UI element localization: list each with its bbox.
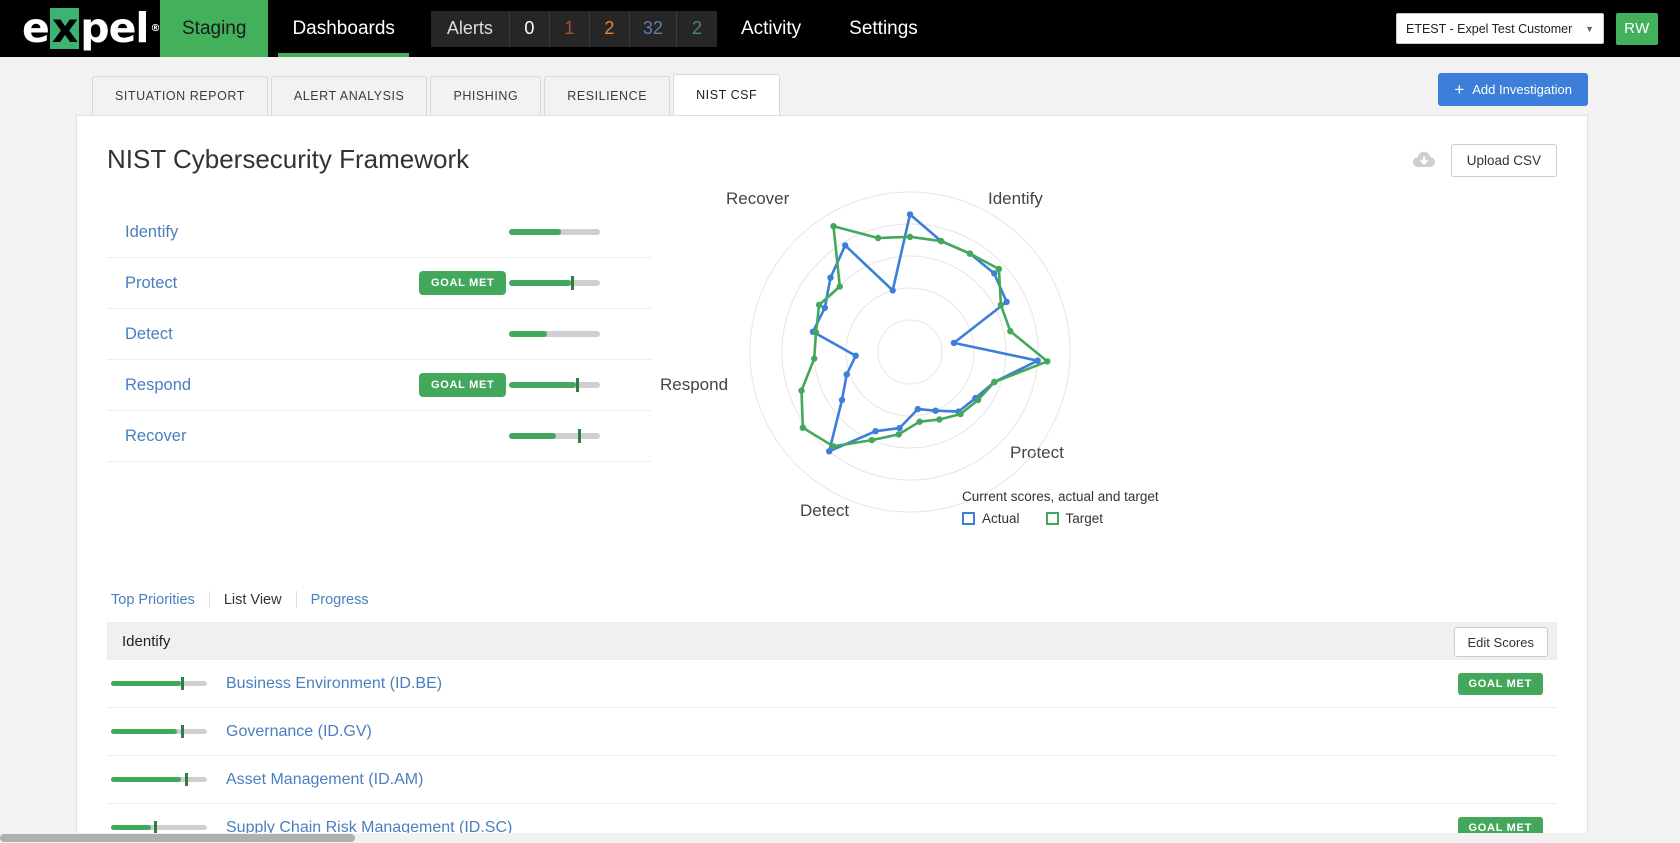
score-bar-fill <box>509 229 561 235</box>
alerts-count-1[interactable]: 1 <box>549 10 590 47</box>
view-mini-tabs: Top Priorities List View Progress <box>107 547 1557 608</box>
category-score-fill <box>111 681 182 686</box>
category-score-fill <box>111 777 182 782</box>
score-bar-fill <box>509 280 571 286</box>
environment-badge-staging[interactable]: Staging <box>160 0 269 57</box>
function-name-respond[interactable]: Respond <box>107 376 191 395</box>
nist-csf-card: NIST Cybersecurity Framework Upload CSV … <box>76 115 1588 842</box>
alerts-count-2[interactable]: 2 <box>589 10 630 47</box>
function-name-identify[interactable]: Identify <box>107 223 178 242</box>
category-score-bar <box>111 773 207 786</box>
score-bar-fill <box>509 331 548 337</box>
mini-tab-progress[interactable]: Progress <box>297 592 383 608</box>
category-target-tick <box>181 677 185 690</box>
score-bar-recover <box>509 429 600 443</box>
alerts-count-2b[interactable]: 2 <box>676 10 717 47</box>
radar-legend: Current scores, actual and target Actual… <box>962 489 1159 526</box>
category-row-id-be[interactable]: Business Environment (ID.BE) GOAL MET <box>107 660 1557 708</box>
legend-item-target[interactable]: Target <box>1045 511 1104 526</box>
mini-tab-list-view[interactable]: List View <box>210 592 296 608</box>
radar-panel: Recover Identify Protect Detect Respond … <box>652 177 1557 547</box>
legend-label-actual: Actual <box>982 511 1020 526</box>
score-bar-fill <box>509 433 557 439</box>
function-name-recover[interactable]: Recover <box>107 427 186 446</box>
tab-situation-report[interactable]: SITUATION REPORT <box>92 76 268 115</box>
card-header-actions: Upload CSV <box>1411 138 1557 177</box>
score-bar-fill <box>509 382 577 388</box>
add-investigation-label: Add Investigation <box>1472 82 1572 97</box>
legend-label-target: Target <box>1065 511 1104 526</box>
card-body: Identify Protect GOAL MET Detect Respond… <box>77 177 1587 547</box>
tab-alert-analysis[interactable]: ALERT ANALYSIS <box>270 76 428 115</box>
category-target-tick <box>181 725 185 738</box>
category-score-bar <box>111 821 207 834</box>
expel-logo: e x pel ® <box>22 4 160 52</box>
goal-met-badge-respond: GOAL MET <box>419 373 507 397</box>
upload-csv-button[interactable]: Upload CSV <box>1450 144 1557 177</box>
nav-item-dashboards[interactable]: Dashboards <box>268 0 418 57</box>
top-navigation-bar: e x pel ® Staging Dashboards Alerts 0 1 2 3… <box>0 0 1680 57</box>
score-bar-respond <box>509 378 600 392</box>
legend-swatch-actual <box>962 512 975 525</box>
radar-chart: Recover Identify Protect Detect Respond … <box>652 177 1557 547</box>
category-score-fill <box>111 825 152 830</box>
user-avatar[interactable]: RW <box>1616 12 1658 45</box>
legend-item-actual[interactable]: Actual <box>962 511 1020 526</box>
function-row-recover[interactable]: Recover <box>107 411 652 462</box>
alerts-counter-group: Alerts 0 1 2 32 2 <box>430 0 717 57</box>
add-investigation-button[interactable]: + Add Investigation <box>1438 73 1588 106</box>
tab-nist-csf[interactable]: NIST CSF <box>673 74 781 115</box>
nav-item-activity[interactable]: Activity <box>717 0 825 57</box>
edit-scores-button[interactable]: Edit Scores <box>1453 627 1548 657</box>
score-bar-protect <box>509 276 600 290</box>
category-score-fill <box>111 729 178 734</box>
function-row-respond[interactable]: Respond GOAL MET <box>107 360 652 411</box>
horizontal-scrollbar[interactable] <box>0 833 1680 843</box>
target-tick <box>576 378 580 392</box>
customer-select[interactable]: ETEST - Expel Test Customer ▼ <box>1396 13 1604 44</box>
goal-met-badge-protect: GOAL MET <box>419 271 507 295</box>
score-bar-identify <box>509 229 600 235</box>
legend-caption: Current scores, actual and target <box>962 489 1159 504</box>
category-target-tick <box>184 773 188 786</box>
goal-met-badge-id-be: GOAL MET <box>1457 672 1543 695</box>
list-section: Top Priorities List View Progress Identi… <box>77 547 1587 841</box>
plus-icon: + <box>1454 80 1465 99</box>
function-name-protect[interactable]: Protect <box>107 274 177 293</box>
category-row-id-am[interactable]: Asset Management (ID.AM) <box>107 756 1557 804</box>
legend-items: Actual Target <box>962 511 1159 526</box>
alerts-label[interactable]: Alerts <box>430 10 510 47</box>
category-score-bar <box>111 677 207 690</box>
cloud-download-icon[interactable] <box>1411 151 1437 171</box>
function-summary-list: Identify Protect GOAL MET Detect Respond… <box>107 177 652 547</box>
function-row-protect[interactable]: Protect GOAL MET <box>107 258 652 309</box>
chevron-down-icon: ▼ <box>1585 23 1594 34</box>
brand-logo[interactable]: e x pel ® <box>0 0 160 57</box>
tab-resilience[interactable]: RESILIENCE <box>544 76 671 115</box>
section-title: Identify <box>122 632 171 650</box>
category-row-id-gv[interactable]: Governance (ID.GV) <box>107 708 1557 756</box>
dashboard-tab-row: SITUATION REPORT ALERT ANALYSIS PHISHING… <box>0 57 1680 115</box>
nav-item-settings[interactable]: Settings <box>825 0 942 57</box>
score-bar-detect <box>509 331 600 337</box>
mini-tab-top-priorities[interactable]: Top Priorities <box>111 592 209 608</box>
customer-select-value: ETEST - Expel Test Customer <box>1406 21 1573 36</box>
tab-phishing[interactable]: PHISHING <box>430 76 542 115</box>
target-tick <box>578 429 582 443</box>
function-row-identify[interactable]: Identify <box>107 207 652 258</box>
scrollbar-thumb[interactable] <box>0 834 355 842</box>
function-name-detect[interactable]: Detect <box>107 325 173 344</box>
target-tick <box>570 276 574 290</box>
legend-swatch-target <box>1045 512 1059 525</box>
radar-plot-svg <box>749 191 1071 513</box>
alerts-count-0[interactable]: 0 <box>509 10 550 47</box>
section-header-identify: Identify Edit Scores <box>107 622 1557 660</box>
function-row-detect[interactable]: Detect <box>107 309 652 360</box>
category-score-bar <box>111 725 207 738</box>
card-header: NIST Cybersecurity Framework Upload CSV <box>77 116 1587 177</box>
page-title: NIST Cybersecurity Framework <box>107 144 470 174</box>
alerts-count-32[interactable]: 32 <box>629 10 677 47</box>
